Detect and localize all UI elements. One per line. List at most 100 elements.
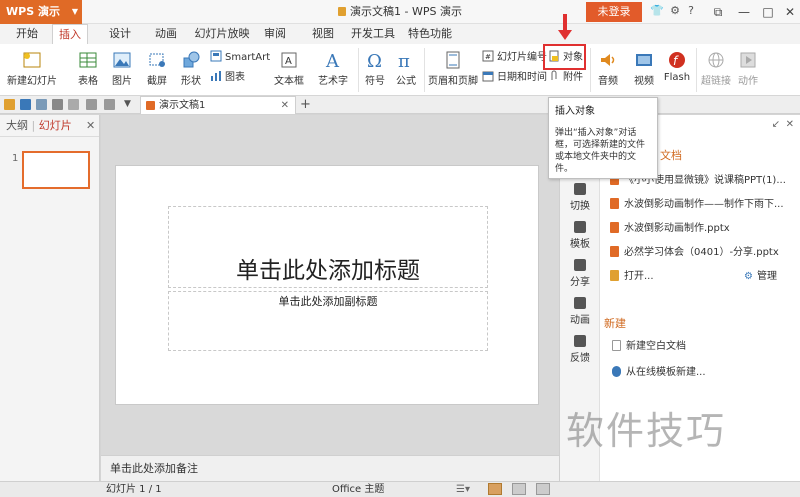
customize-chevron-icon[interactable]: ▼ (124, 99, 135, 110)
document-tab-name: 演示文稿1 (159, 100, 206, 111)
slide-canvas[interactable]: 单击此处添加标题 单击此处添加副标题 (115, 165, 539, 405)
subtitle-placeholder[interactable]: 单击此处添加副标题 (168, 291, 488, 351)
view-menu-icon[interactable]: ☰▾ (456, 482, 470, 497)
smartart-icon (210, 50, 222, 62)
slide-number-button[interactable]: # 幻灯片编号 (482, 50, 547, 65)
new-blank-doc[interactable]: 新建空白文档 (612, 337, 798, 352)
tab-developer[interactable]: 开发工具 (350, 24, 396, 44)
close-button[interactable]: ✕ (777, 2, 800, 22)
tab-outline[interactable]: 大纲 (6, 119, 28, 132)
tab-home[interactable]: 开始 (12, 24, 42, 44)
blank-doc-icon (612, 340, 621, 351)
open-file-link[interactable]: 打开... (610, 267, 700, 282)
watermark-text: 软件技巧 (566, 409, 727, 453)
screenshot-label: 截屏 (147, 76, 167, 87)
formula-button[interactable]: π 公式 (392, 50, 420, 87)
tab-features[interactable]: 特色功能 (404, 24, 456, 44)
video-button[interactable]: 视频 (628, 50, 660, 87)
object-tooltip: 插入对象 弹出“插入对象”对话框，可选择新建的文件或本地文件夹中的文件。 (548, 97, 658, 179)
textbox-button[interactable]: A 文本框 (270, 50, 308, 87)
tab-animation[interactable]: 动画 (148, 24, 184, 44)
online-template-icon (612, 366, 621, 377)
open-docs-title: 文档 (660, 149, 682, 162)
close-task-pane-icon[interactable]: ✕ (786, 119, 794, 130)
tab-design[interactable]: 设计 (102, 24, 138, 44)
calendar-icon (482, 71, 494, 82)
smartart-label: SmartArt (225, 52, 271, 63)
symbol-button[interactable]: Ω 符号 (360, 50, 390, 87)
symbol-label: 符号 (365, 76, 385, 87)
sidebar-item-animation[interactable]: 动画 (560, 297, 600, 326)
gear-icon: ⚙ (744, 271, 753, 282)
header-footer-button[interactable]: 页眉和页脚 (428, 50, 478, 87)
tab-review[interactable]: 审阅 (260, 24, 290, 44)
close-tab-icon[interactable]: ✕ (281, 97, 289, 114)
table-button[interactable]: 表格 (72, 50, 104, 87)
settings-icon[interactable]: ⚙ (668, 4, 682, 18)
login-button[interactable]: 未登录 (586, 2, 642, 22)
sidebar-item-share[interactable]: 分享 (560, 259, 600, 288)
textbox-icon: A (281, 52, 297, 68)
reading-view-icon[interactable] (536, 483, 550, 495)
save-icon[interactable] (20, 99, 31, 110)
formula-label: 公式 (396, 76, 416, 87)
chart-label: 图表 (225, 72, 245, 83)
manage-link[interactable]: ⚙ 管理 (744, 267, 794, 282)
collapse-pane-icon[interactable]: ↙ (772, 119, 780, 130)
notes-pane[interactable]: 单击此处添加备注 (101, 455, 559, 481)
sidebar-item-transition[interactable]: 切换 (560, 183, 600, 212)
minimize-button[interactable]: — (731, 2, 757, 22)
ribbon-separator (424, 48, 425, 92)
new-slide-button[interactable]: 新建幻灯片 (4, 50, 60, 87)
open-folder-icon[interactable] (4, 99, 15, 110)
shape-button[interactable]: 形状 (174, 50, 208, 87)
speaker-icon (601, 54, 615, 66)
theme-name[interactable]: Office 主题 (332, 482, 384, 497)
help-icon[interactable]: ? (684, 4, 698, 18)
attachment-button[interactable]: 附件 (548, 70, 583, 85)
recent-doc-item[interactable]: 必然学习体会（0401）-分享.pptx (610, 243, 796, 258)
object-highlight-box (543, 44, 586, 70)
screenshot-button[interactable]: 截屏 (140, 50, 174, 87)
folder-icon (610, 270, 619, 281)
recent-doc-item[interactable]: 水波倒影动画制作.pptx (610, 219, 796, 234)
presentation-file-icon (146, 101, 155, 110)
date-time-label: 日期和时间 (497, 72, 547, 83)
tab-view[interactable]: 视图 (308, 24, 338, 44)
normal-view-icon[interactable] (488, 483, 502, 495)
preview-icon[interactable] (68, 99, 79, 110)
skin-icon[interactable]: 👕 (650, 4, 664, 18)
svg-text:π: π (398, 51, 410, 70)
picture-button[interactable]: 图片 (106, 50, 138, 87)
smartart-button[interactable]: SmartArt (210, 50, 270, 65)
restore-ribbon-button[interactable]: ⧉ (705, 2, 731, 22)
sidebar-item-feedback[interactable]: 反馈 (560, 335, 600, 364)
slide-sorter-icon[interactable] (512, 483, 526, 495)
tab-insert[interactable]: 插入 (52, 24, 88, 44)
tab-slides[interactable]: 幻灯片 (39, 119, 72, 132)
export-icon[interactable] (36, 99, 47, 110)
close-pane-icon[interactable]: ✕ (86, 115, 95, 137)
action-icon (740, 52, 756, 68)
undo-icon[interactable] (86, 99, 97, 110)
title-placeholder[interactable]: 单击此处添加标题 (168, 206, 488, 288)
red-arrow-icon (558, 30, 572, 40)
document-tab[interactable]: 演示文稿1 ✕ (140, 96, 296, 114)
date-time-button[interactable]: 日期和时间 (482, 70, 547, 85)
new-tab-plus-icon[interactable]: + (300, 96, 311, 114)
pptx-file-icon (610, 198, 619, 209)
sidebar-item-template[interactable]: 模板 (560, 221, 600, 250)
redo-icon[interactable] (104, 99, 115, 110)
flash-button[interactable]: f Flash (662, 50, 692, 83)
wps-presentation-window: WPS 演示 ▼ 演示文稿1 - WPS 演示 未登录 👕 ⚙ ? ⧉ — □ … (0, 0, 800, 497)
chart-button[interactable]: 图表 (210, 70, 245, 85)
tab-slideshow[interactable]: 幻灯片放映 (194, 24, 250, 44)
slide-thumbnail[interactable] (22, 151, 90, 189)
audio-button[interactable]: 音频 (592, 50, 624, 87)
action-button[interactable]: 动作 (734, 50, 762, 87)
hyperlink-button[interactable]: 超链接 (700, 50, 732, 87)
print-icon[interactable] (52, 99, 63, 110)
recent-doc-item[interactable]: 水波倒影动画制作——制作下雨下... (610, 195, 796, 210)
wordart-button[interactable]: A 艺术字 (312, 50, 354, 87)
new-from-online-template[interactable]: 从在线模板新建... (612, 363, 798, 378)
